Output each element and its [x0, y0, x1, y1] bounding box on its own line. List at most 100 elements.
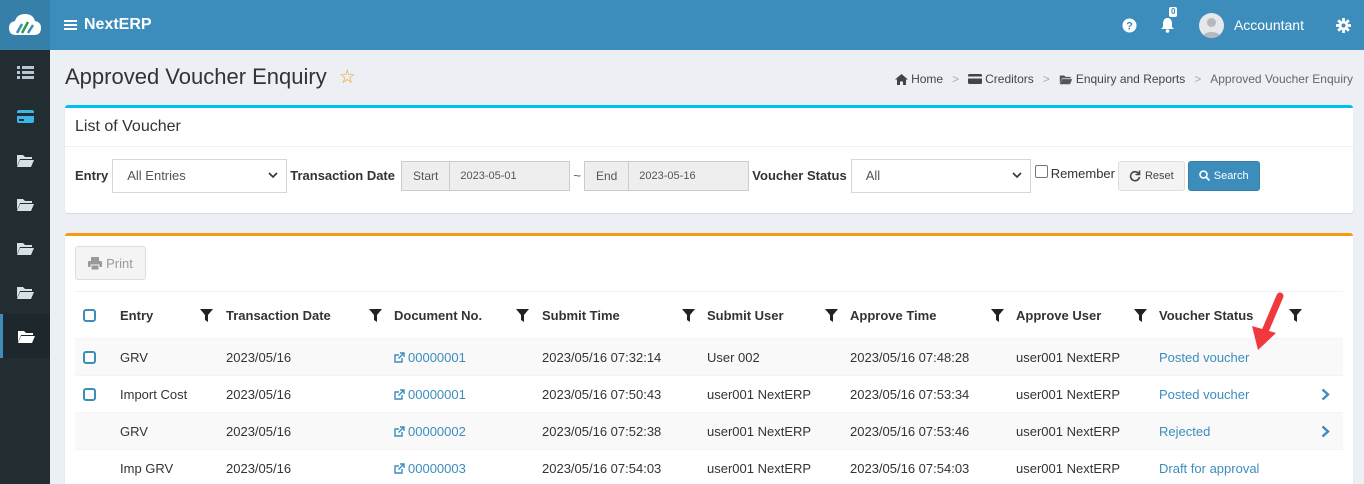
cell-transaction-date: 2023/05/16	[226, 423, 292, 439]
filter-icon[interactable]	[825, 292, 838, 338]
cell-approve-user: user001 NextERP	[1016, 386, 1121, 402]
cell-entry: Import Cost	[120, 386, 188, 402]
annotation-arrow-icon	[1252, 292, 1284, 350]
reset-button[interactable]: Reset	[1117, 160, 1185, 191]
remember-checkbox[interactable]	[1034, 165, 1048, 178]
cell-submit-user: User 002	[707, 349, 760, 365]
search-icon	[1198, 170, 1210, 181]
status-link[interactable]: Posted voucher	[1159, 339, 1249, 375]
content-area: Approved Voucher Enquiry ☆ Home > Credit…	[50, 50, 1364, 484]
filter-icon[interactable]	[516, 292, 529, 338]
filter-icon[interactable]	[1134, 292, 1147, 338]
sidebar-item-folder-1[interactable]	[0, 138, 50, 182]
external-link-icon	[394, 388, 405, 400]
help-button[interactable]: ?	[1111, 0, 1149, 50]
cell-transaction-date: 2023/05/16	[226, 386, 292, 402]
status-link[interactable]: Draft for approval	[1159, 450, 1259, 484]
chevron-right-icon[interactable]	[1321, 413, 1330, 449]
sidebar	[0, 0, 50, 484]
select-all-checkbox[interactable]	[83, 292, 96, 338]
cell-entry: GRV	[120, 349, 148, 365]
col-header-entry[interactable]: Entry	[120, 292, 153, 338]
col-header-submit-time[interactable]: Submit Time	[542, 292, 620, 338]
document-link[interactable]: 00000002	[394, 413, 466, 449]
page-title: Approved Voucher Enquiry ☆	[65, 64, 356, 89]
breadcrumb-separator: >	[952, 72, 960, 86]
table-row[interactable]: GRV 2023/05/16 00000002 2023/05/16 07:52…	[75, 412, 1343, 449]
row-checkbox[interactable]	[83, 376, 96, 412]
external-link-icon	[394, 351, 405, 363]
folder-open-icon	[1059, 74, 1073, 84]
breadcrumb-enquiry[interactable]: Enquiry and Reports	[1059, 72, 1185, 86]
start-date-input[interactable]: 2023-05-01	[450, 160, 571, 191]
col-header-document-no[interactable]: Document No.	[394, 292, 482, 338]
user-menu[interactable]: Accountant	[1187, 12, 1322, 38]
end-date-input[interactable]: 2023-05-16	[629, 160, 750, 191]
sidebar-item-folder-2[interactable]	[0, 182, 50, 226]
sidebar-item-creditors[interactable]	[0, 94, 50, 138]
date-range-separator: ~	[573, 168, 581, 183]
sidebar-item-menu[interactable]	[0, 50, 50, 94]
chevron-right-icon[interactable]	[1321, 376, 1330, 412]
favorite-star-icon[interactable]: ☆	[339, 66, 356, 89]
filter-icon[interactable]	[991, 292, 1004, 338]
cell-approve-time: 2023/05/16 07:54:03	[850, 460, 970, 476]
top-navbar: NextERP ? 0 Accountant	[50, 0, 1364, 50]
brand[interactable]: NextERP	[64, 16, 152, 34]
cell-submit-user: user001 NextERP	[707, 460, 812, 476]
status-link[interactable]: Posted voucher	[1159, 376, 1249, 412]
status-link[interactable]: Rejected	[1159, 413, 1210, 449]
cell-transaction-date: 2023/05/16	[226, 349, 292, 365]
filter-icon[interactable]	[200, 292, 213, 338]
breadcrumb-separator: >	[1042, 72, 1050, 86]
table-row[interactable]: Import Cost 2023/05/16 00000001 2023/05/…	[75, 375, 1343, 412]
app-logo[interactable]	[0, 0, 50, 50]
folder-open-icon	[16, 286, 34, 299]
home-icon	[895, 73, 909, 85]
breadcrumb-separator: >	[1194, 72, 1202, 86]
filter-icon[interactable]	[682, 292, 695, 338]
cell-approve-user: user001 NextERP	[1016, 460, 1121, 476]
settings-button[interactable]	[1322, 0, 1364, 50]
chevron-down-icon	[268, 172, 278, 179]
cell-submit-user: user001 NextERP	[707, 423, 812, 439]
document-link[interactable]: 00000001	[394, 376, 466, 412]
col-header-voucher-status[interactable]: Voucher Status	[1159, 292, 1253, 338]
table-row[interactable]: GRV 2023/05/16 00000001 2023/05/16 07:32…	[75, 338, 1343, 375]
col-header-transaction-date[interactable]: Transaction Date	[226, 292, 331, 338]
col-header-approve-user[interactable]: Approve User	[1016, 292, 1101, 338]
sidebar-item-folder-4[interactable]	[0, 270, 50, 314]
sidebar-item-folder-3[interactable]	[0, 226, 50, 270]
folder-open-icon	[16, 154, 34, 167]
cell-submit-time: 2023/05/16 07:54:03	[542, 460, 662, 476]
table-header-row: Entry Transaction Date Document No. Subm…	[75, 291, 1343, 338]
external-link-icon	[394, 462, 405, 474]
filter-icon[interactable]	[369, 292, 382, 338]
col-header-submit-user[interactable]: Submit User	[707, 292, 784, 338]
credit-card-icon	[968, 74, 983, 84]
filter-icon[interactable]	[1289, 292, 1302, 338]
print-button[interactable]: Print	[75, 246, 146, 280]
avatar	[1198, 12, 1224, 38]
row-checkbox[interactable]	[83, 339, 96, 375]
list-icon	[16, 65, 34, 79]
bell-icon	[1161, 18, 1175, 33]
notifications-button[interactable]: 0	[1149, 0, 1187, 50]
cell-submit-time: 2023/05/16 07:50:43	[542, 386, 662, 402]
end-addon: End	[583, 160, 630, 191]
table-row[interactable]: Imp GRV 2023/05/16 00000003 2023/05/16 0…	[75, 449, 1343, 484]
document-link[interactable]: 00000003	[394, 450, 466, 484]
cell-approve-time: 2023/05/16 07:53:34	[850, 386, 970, 402]
breadcrumb-home[interactable]: Home	[895, 72, 943, 86]
sidebar-item-enquiry[interactable]	[0, 314, 50, 358]
col-header-approve-time[interactable]: Approve Time	[850, 292, 936, 338]
voucher-status-select[interactable]: All	[850, 158, 1031, 193]
breadcrumb-creditors[interactable]: Creditors	[968, 72, 1034, 86]
cell-transaction-date: 2023/05/16	[226, 460, 292, 476]
cell-approve-time: 2023/05/16 07:53:46	[850, 423, 970, 439]
document-link[interactable]: 00000001	[394, 339, 466, 375]
entry-select[interactable]: All Entries	[112, 158, 288, 193]
search-button[interactable]: Search	[1187, 160, 1260, 191]
notification-count-badge: 0	[1168, 7, 1178, 17]
filter-box-title: List of Voucher	[65, 108, 1353, 147]
